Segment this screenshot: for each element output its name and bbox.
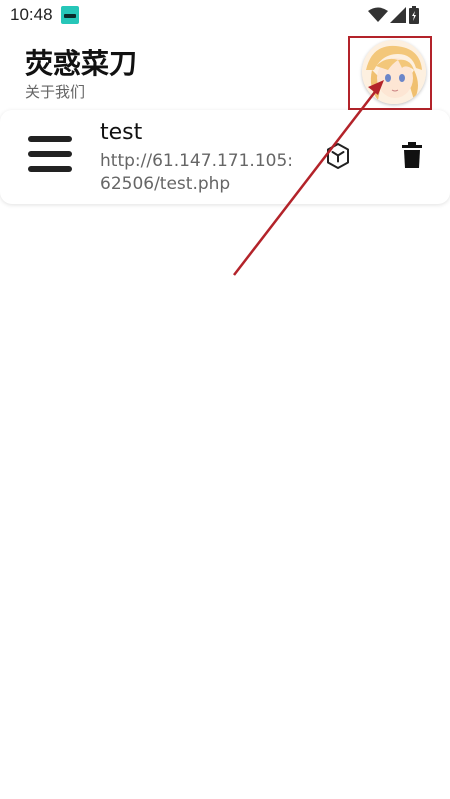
item-title: test	[100, 120, 143, 145]
about-us-link[interactable]: 关于我们	[25, 81, 85, 102]
app-notification-icon	[61, 6, 79, 24]
cellular-signal-icon	[390, 7, 406, 23]
trash-icon[interactable]	[401, 142, 423, 168]
status-icons	[368, 6, 420, 24]
status-time: 10:48	[10, 5, 53, 24]
wifi-icon	[368, 7, 388, 22]
battery-icon	[409, 6, 419, 24]
avatar-highlight-box	[348, 36, 432, 110]
status-bar: 10:48	[0, 0, 450, 30]
app-title: 荧惑菜刀	[25, 47, 138, 80]
item-url: http://61.147.171.105:62506/test.php	[100, 151, 293, 194]
menu-icon[interactable]	[28, 134, 72, 174]
cube-icon[interactable]	[325, 142, 351, 170]
